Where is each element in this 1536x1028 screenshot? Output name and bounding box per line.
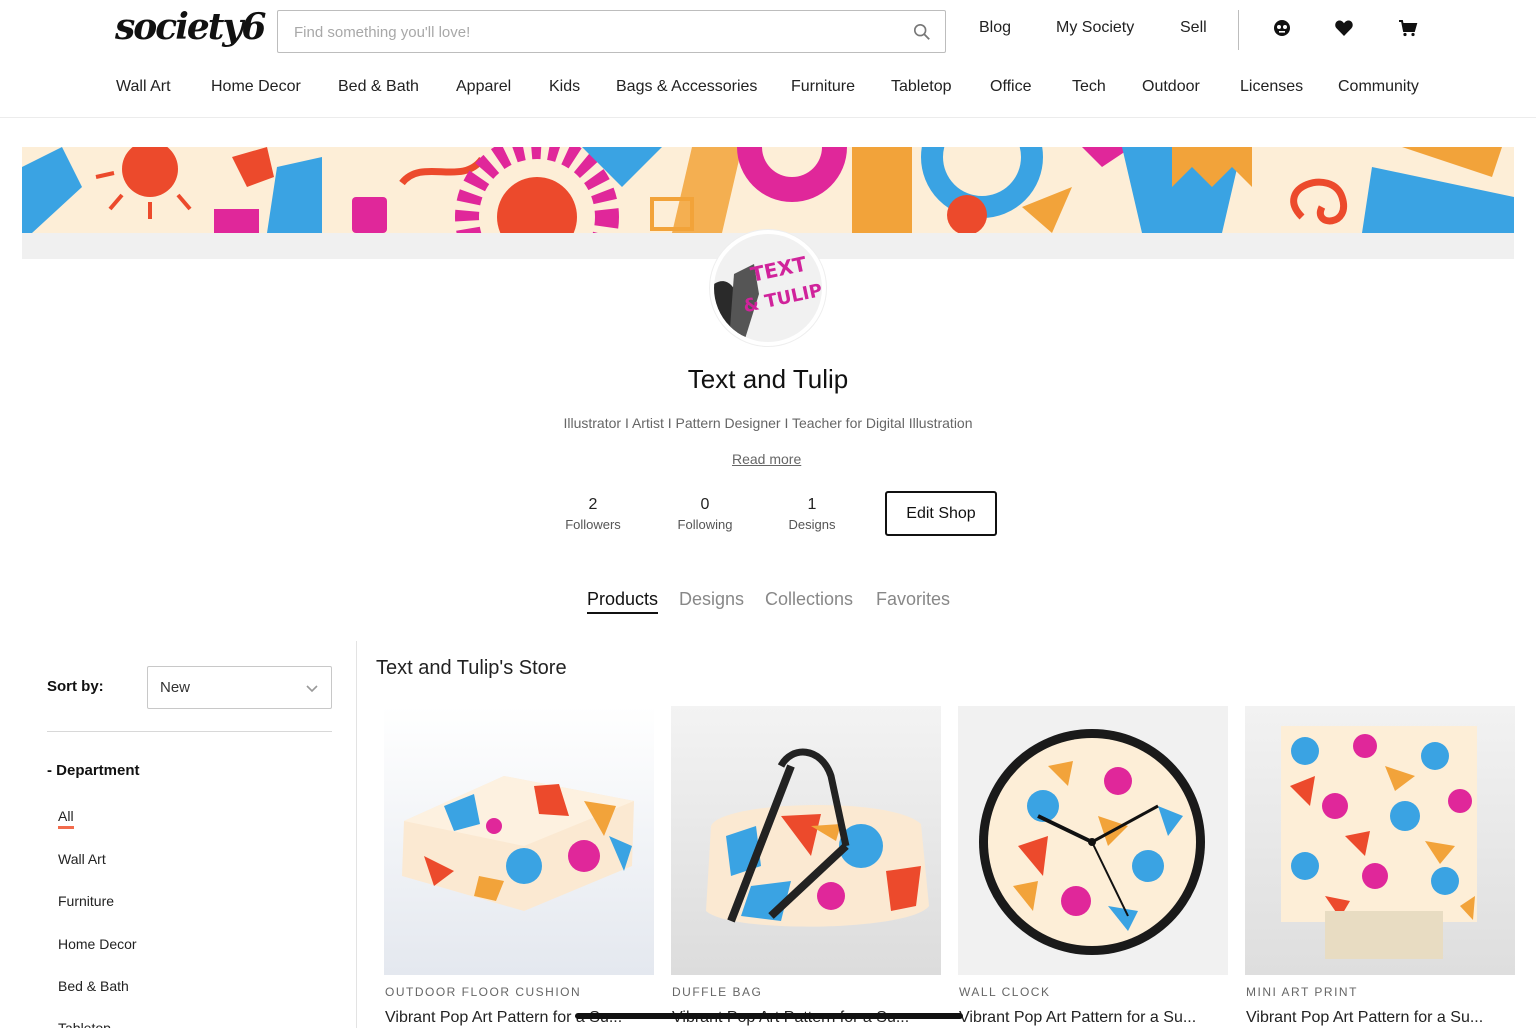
nav-bed-bath[interactable]: Bed & Bath (338, 78, 419, 96)
search-box[interactable] (277, 10, 946, 53)
tab-favorites[interactable]: Favorites (876, 589, 950, 610)
nav-outdoor[interactable]: Outdoor (1142, 78, 1200, 96)
following-count: 0 (700, 496, 710, 513)
followers-label: Followers (565, 517, 621, 532)
mini-art-print-image (1245, 706, 1515, 975)
nav-tabletop[interactable]: Tabletop (891, 78, 952, 96)
product-card[interactable]: DUFFLE BAG Vibrant Pop Art Pattern for a… (671, 706, 941, 1027)
product-title[interactable]: Vibrant Pop Art Pattern for a Su... (958, 1009, 1228, 1027)
sort-label: Sort by: (47, 678, 104, 695)
dept-furniture[interactable]: Furniture (58, 893, 114, 909)
header-divider (1238, 10, 1239, 50)
nav-kids[interactable]: Kids (549, 78, 580, 96)
category-nav: Wall Art Home Decor Bed & Bath Apparel K… (0, 66, 1536, 118)
designs-count: 1 (807, 496, 817, 513)
sell-link[interactable]: Sell (1180, 19, 1207, 37)
blog-link[interactable]: Blog (979, 19, 1011, 37)
wall-clock-image (958, 706, 1228, 975)
product-type: DUFFLE BAG (672, 985, 763, 999)
tab-products[interactable]: Products (587, 589, 659, 614)
nav-home-decor[interactable]: Home Decor (211, 78, 301, 96)
nav-furniture[interactable]: Furniture (791, 78, 855, 96)
nav-apparel[interactable]: Apparel (456, 78, 511, 96)
shop-bio: Illustrator I Artist I Pattern Designer … (563, 415, 973, 431)
dept-tabletop[interactable]: Tabletop (58, 1020, 111, 1028)
product-image[interactable] (1245, 706, 1515, 975)
nav-licenses[interactable]: Licenses (1240, 78, 1303, 96)
dept-home-decor[interactable]: Home Decor (58, 936, 137, 952)
search-icon[interactable] (913, 23, 931, 41)
horizontal-scrollbar[interactable] (575, 1013, 963, 1019)
floor-cushion-image (384, 706, 654, 975)
following-stat[interactable]: 0 Following (650, 496, 760, 532)
sidebar-hr (47, 731, 332, 732)
product-type: MINI ART PRINT (1246, 985, 1358, 999)
sort-value: New (160, 679, 191, 696)
dept-bed-bath[interactable]: Bed & Bath (58, 978, 129, 994)
store-title: Text and Tulip's Store (376, 657, 567, 679)
avatar-image: TEXT & TULIP (714, 234, 822, 342)
top-bar: society6 Blog My Society Sell (0, 0, 1536, 60)
my-society-link[interactable]: My Society (1056, 19, 1134, 37)
following-label: Following (677, 517, 733, 532)
heart-icon[interactable] (1334, 18, 1354, 38)
product-image[interactable] (671, 706, 941, 975)
shop-banner (22, 147, 1514, 233)
nav-community[interactable]: Community (1338, 78, 1419, 96)
product-card[interactable]: MINI ART PRINT Vibrant Pop Art Pattern f… (1245, 706, 1515, 1027)
nav-bags-accessories[interactable]: Bags & Accessories (616, 78, 757, 96)
sidebar-divider (356, 641, 357, 1028)
banner-pattern (22, 147, 1514, 233)
product-image[interactable] (384, 706, 654, 975)
search-input[interactable] (294, 22, 894, 42)
read-more-link[interactable]: Read more (732, 451, 801, 467)
tab-designs[interactable]: Designs (679, 589, 744, 610)
nav-tech[interactable]: Tech (1072, 78, 1106, 96)
dept-wall-art[interactable]: Wall Art (58, 851, 106, 867)
product-card[interactable]: OUTDOOR FLOOR CUSHION Vibrant Pop Art Pa… (384, 706, 654, 1027)
shop-avatar[interactable]: TEXT & TULIP (710, 230, 826, 346)
dept-all[interactable]: All (58, 808, 74, 829)
account-icon[interactable] (1272, 18, 1292, 38)
nav-office[interactable]: Office (990, 78, 1032, 96)
product-card[interactable]: WALL CLOCK Vibrant Pop Art Pattern for a… (958, 706, 1228, 1027)
designs-label: Designs (788, 517, 836, 532)
product-type: WALL CLOCK (959, 985, 1051, 999)
designs-stat[interactable]: 1 Designs (757, 496, 867, 532)
tab-collections[interactable]: Collections (765, 589, 853, 610)
nav-wall-art[interactable]: Wall Art (116, 78, 171, 96)
product-title[interactable]: Vibrant Pop Art Pattern for a Su... (1245, 1009, 1515, 1027)
society6-logo[interactable]: society6 (115, 6, 266, 48)
followers-stat[interactable]: 2 Followers (538, 496, 648, 532)
chevron-down-icon (306, 685, 318, 693)
edit-shop-button[interactable]: Edit Shop (885, 491, 997, 536)
product-image[interactable] (958, 706, 1228, 975)
shop-name: Text and Tulip (687, 364, 849, 394)
product-type: OUTDOOR FLOOR CUSHION (385, 985, 582, 999)
department-title[interactable]: - Department (47, 762, 140, 779)
sort-select[interactable]: New (147, 666, 332, 709)
followers-count: 2 (588, 496, 598, 513)
duffle-bag-image (671, 706, 941, 975)
cart-icon[interactable] (1398, 18, 1418, 38)
